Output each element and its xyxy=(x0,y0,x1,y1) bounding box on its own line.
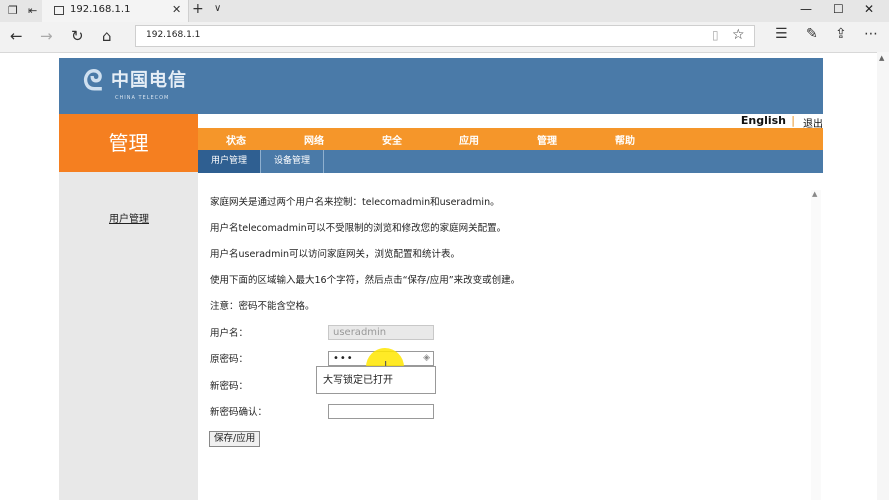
capslock-tooltip: 大写锁定已打开 xyxy=(316,366,436,394)
english-link[interactable]: English xyxy=(741,114,786,127)
content-scroll-up-icon[interactable]: ▲ xyxy=(812,190,817,198)
password-mask: ••• xyxy=(333,353,354,364)
sub-navigation: 用户管理 设备管理 xyxy=(198,150,823,173)
username-field: useradmin xyxy=(328,325,434,340)
set-aside-tabs-icon[interactable]: ⇤ xyxy=(28,4,37,17)
nav-application[interactable]: 应用 xyxy=(459,132,479,147)
link-separator: | xyxy=(791,114,795,127)
close-tab-icon[interactable]: ✕ xyxy=(172,3,181,16)
instruction-text: 使用下面的区域输入最大16个字符，然后点击“保存/应用”来改变或创建。 xyxy=(210,275,521,286)
tab-list-button[interactable]: ∨ xyxy=(214,3,221,14)
nav-security[interactable]: 安全 xyxy=(382,132,402,147)
browser-tab-bar: ❐ ⇤ 192.168.1.1 ✕ + ∨ — ☐ ✕ xyxy=(0,0,889,22)
telecomadmin-text: 用户名telecomadmin可以不受限制的浏览和修改您的家庭网关配置。 xyxy=(210,223,507,234)
address-bar[interactable]: ▯ ☆ xyxy=(135,25,755,47)
sidebar-item-user-management[interactable]: 用户管理 xyxy=(109,210,149,225)
new-tab-button[interactable]: + xyxy=(192,1,204,17)
old-password-label: 原密码： xyxy=(210,354,249,365)
note-text: 注意：密码不能含空格。 xyxy=(210,301,315,312)
new-password-label: 新密码： xyxy=(210,381,249,392)
brand-logo: ᘓ 中国电信 CHINA TELECOM xyxy=(59,58,198,114)
main-navigation: 状态 网络 安全 应用 管理 帮助 xyxy=(198,128,823,150)
refresh-icon[interactable]: ↻ xyxy=(71,27,84,45)
intro-text: 家庭网关是通过两个用户名来控制：telecomadmin和useradmin。 xyxy=(210,197,500,208)
tab-preview-icon[interactable]: ❐ xyxy=(8,4,18,17)
subtab-device-management[interactable]: 设备管理 xyxy=(261,150,324,173)
reveal-password-icon[interactable]: ◈ xyxy=(423,352,430,365)
share-icon[interactable]: ⇪ xyxy=(835,26,847,42)
url-input[interactable] xyxy=(144,29,698,41)
subtab-user-management[interactable]: 用户管理 xyxy=(198,150,261,173)
minimize-button[interactable]: — xyxy=(800,2,812,16)
favorite-star-icon[interactable]: ☆ xyxy=(732,27,745,43)
nav-network[interactable]: 网络 xyxy=(304,132,324,147)
telecom-logo-icon: ᘓ xyxy=(83,64,103,97)
sidebar: 用户管理 xyxy=(59,172,198,500)
nav-management[interactable]: 管理 xyxy=(537,132,557,147)
nav-status[interactable]: 状态 xyxy=(226,132,246,147)
scroll-up-arrow-icon[interactable]: ▲ xyxy=(879,54,884,62)
home-icon[interactable]: ⌂ xyxy=(102,27,112,45)
close-window-button[interactable]: ✕ xyxy=(864,2,874,16)
logo-text: 中国电信 xyxy=(111,70,187,91)
useradmin-text: 用户名useradmin可以访问家庭网关，浏览配置和统计表。 xyxy=(210,249,460,260)
section-title: 管理 xyxy=(59,114,198,172)
forward-arrow-icon[interactable]: → xyxy=(40,27,53,45)
content-scrollbar[interactable]: ▲ xyxy=(811,190,821,500)
back-arrow-icon[interactable]: ← xyxy=(10,27,23,45)
confirm-password-field[interactable] xyxy=(328,404,434,419)
reading-view-icon[interactable]: ▯ xyxy=(712,28,719,42)
browser-tab[interactable]: 192.168.1.1 ✕ xyxy=(42,0,189,22)
more-icon[interactable]: ⋯ xyxy=(864,26,878,42)
logo-subtitle: CHINA TELECOM xyxy=(115,95,170,101)
hub-icon[interactable]: ☰ xyxy=(775,26,788,42)
page-icon xyxy=(54,6,64,15)
save-apply-button[interactable]: 保存/应用 xyxy=(209,431,261,447)
header-link-bar: English | 退出 xyxy=(198,114,823,130)
maximize-button[interactable]: ☐ xyxy=(833,2,844,16)
tab-title: 192.168.1.1 xyxy=(70,4,131,15)
browser-nav-bar: ← → ↻ ⌂ ▯ ☆ ☰ ✎ ⇪ ⋯ xyxy=(0,22,889,53)
page-scrollbar[interactable]: ▲ xyxy=(877,52,889,500)
web-note-icon[interactable]: ✎ xyxy=(806,26,818,42)
username-label: 用户名： xyxy=(210,328,249,339)
main-content: 家庭网关是通过两个用户名来控制：telecomadmin和useradmin。 … xyxy=(198,173,823,500)
confirm-password-label: 新密码确认： xyxy=(210,407,268,418)
nav-help[interactable]: 帮助 xyxy=(615,132,635,147)
